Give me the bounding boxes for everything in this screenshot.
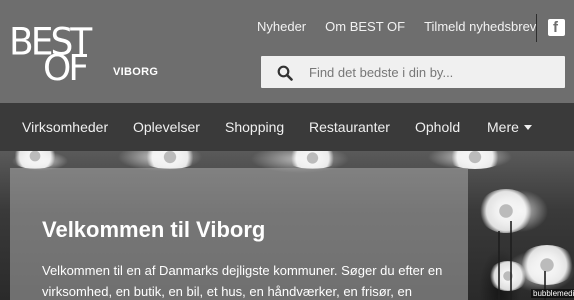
logo-of-text: OF xyxy=(43,48,89,89)
search-bar xyxy=(261,56,565,88)
hero-flower xyxy=(488,261,528,291)
nav-item-virksomheder[interactable]: Virksomheder xyxy=(22,119,108,135)
hero-flower xyxy=(10,151,60,169)
hero-flower xyxy=(445,151,505,169)
facebook-icon[interactable]: f xyxy=(548,19,565,36)
nav-item-shopping[interactable]: Shopping xyxy=(225,119,284,135)
nav-item-ophold[interactable]: Ophold xyxy=(415,119,460,135)
image-credit: bubblemedia xyxy=(531,289,574,298)
hero-flower xyxy=(285,151,340,169)
top-link-om-best-of[interactable]: Om BEST OF xyxy=(325,19,405,34)
top-links: Nyheder Om BEST OF Tilmeld nyhedsbrev xyxy=(257,19,555,34)
nav-item-mere-label: Mere xyxy=(487,119,519,135)
welcome-title: Velkommen til Viborg xyxy=(42,217,266,242)
main-nav: Virksomheder Oplevelser Shopping Restaur… xyxy=(0,103,574,151)
site-header: BEST OF VIBORG Nyheder Om BEST OF Tilmel… xyxy=(0,0,574,103)
nav-item-oplevelser[interactable]: Oplevelser xyxy=(133,119,200,135)
header-divider xyxy=(536,14,537,42)
hero-flower xyxy=(478,189,534,233)
nav-item-mere[interactable]: Mere xyxy=(487,119,532,135)
top-link-nyheder[interactable]: Nyheder xyxy=(257,19,306,34)
caret-down-icon xyxy=(523,125,532,130)
search-input[interactable] xyxy=(309,56,559,88)
hero-flower xyxy=(140,151,200,169)
top-link-tilmeld-nyhedsbrev[interactable]: Tilmeld nyhedsbrev xyxy=(424,19,536,34)
nav-item-restauranter[interactable]: Restauranter xyxy=(309,119,390,135)
hero-stem xyxy=(498,231,500,300)
hero-stem xyxy=(510,221,512,300)
site-logo[interactable]: BEST OF VIBORG xyxy=(9,23,158,89)
search-icon[interactable] xyxy=(277,65,293,81)
logo-city-text: VIBORG xyxy=(113,66,159,78)
facebook-glyph: f xyxy=(553,19,558,36)
welcome-text: Velkommen til en af Danmarks dejligste k… xyxy=(42,263,443,299)
